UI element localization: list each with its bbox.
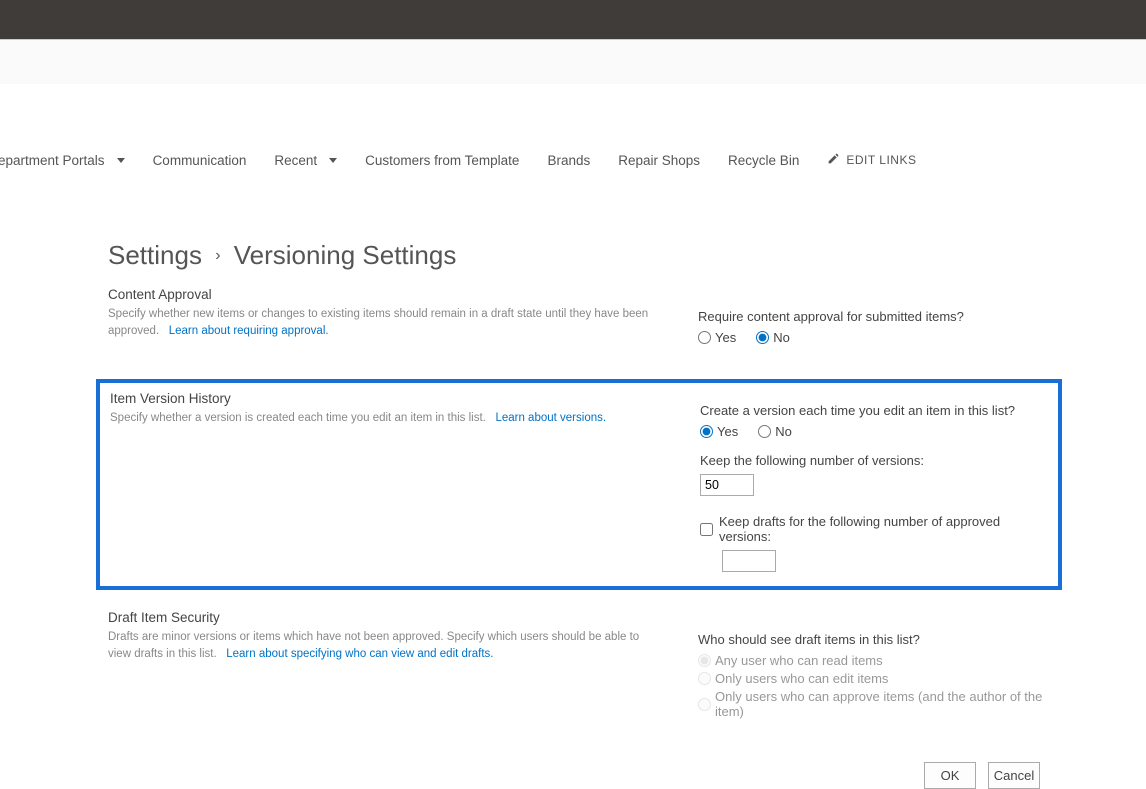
radio-input[interactable] [758,425,771,438]
content-approval-question: Require content approval for submitted i… [698,309,1050,324]
radio-input[interactable] [756,331,769,344]
section-description: Specify whether a version is created eac… [110,410,660,427]
keep-drafts-input[interactable] [722,550,776,572]
section-description: Specify whether new items or changes to … [108,306,658,341]
radio-input[interactable] [698,698,711,711]
nav-label: Communication [153,153,247,168]
nav-repair-shops[interactable]: Repair Shops [618,153,700,168]
nav-department-portals[interactable]: epartment Portals [0,153,125,168]
nav-label: Brands [547,153,590,168]
radio-content-approval-yes[interactable]: Yes [698,330,736,345]
draft-security-radios: Any user who can read items Only users w… [698,653,1050,719]
radio-version-yes[interactable]: Yes [700,424,738,439]
radio-draft-approvers[interactable]: Only users who can approve items (and th… [698,689,1050,719]
draft-security-question: Who should see draft items in this list? [698,632,1050,647]
sub-bar [0,40,1146,84]
ok-button[interactable]: OK [924,762,976,789]
top-app-bar [0,0,1146,40]
nav-label: Customers from Template [365,153,519,168]
learn-about-drafts-link[interactable]: Learn about specifying who can view and … [226,648,493,660]
breadcrumb: Settings › Versioning Settings [108,240,1050,271]
form-buttons: OK Cancel [108,762,1050,789]
radio-input[interactable] [700,425,713,438]
nav-recent[interactable]: Recent [274,153,337,168]
section-description: Drafts are minor versions or items which… [108,629,658,664]
nav-label: epartment Portals [0,153,105,168]
breadcrumb-current: Versioning Settings [234,240,457,270]
section-version-history: Item Version History Specify whether a v… [110,391,1048,572]
nav-label: Recycle Bin [728,153,799,168]
top-navigation: epartment Portals Communication Recent C… [0,142,1146,178]
section-title: Draft Item Security [108,610,658,625]
section-content-approval: Content Approval Specify whether new ite… [108,277,1050,369]
version-history-question: Create a version each time you edit an i… [700,403,1048,418]
chevron-down-icon [117,158,125,163]
section-title: Item Version History [110,391,660,406]
version-history-radios: Yes No [700,424,1048,439]
nav-edit-links[interactable]: EDIT LINKS [827,152,916,168]
section-draft-security: Draft Item Security Drafts are minor ver… [108,600,1050,732]
radio-input[interactable] [698,654,711,667]
page-content: Settings › Versioning Settings Content A… [0,240,1050,789]
radio-input[interactable] [698,672,711,685]
keep-versions-label: Keep the following number of versions: [700,453,1048,468]
keep-versions-input[interactable] [700,474,754,496]
nav-label: Recent [274,153,317,168]
radio-draft-editors[interactable]: Only users who can edit items [698,671,1050,686]
nav-label: Repair Shops [618,153,700,168]
learn-about-versions-link[interactable]: Learn about versions. [495,412,606,424]
nav-brands[interactable]: Brands [547,153,590,168]
radio-content-approval-no[interactable]: No [756,330,790,345]
radio-draft-any-reader[interactable]: Any user who can read items [698,653,1050,668]
keep-drafts-checkbox[interactable] [700,523,713,536]
radio-input[interactable] [698,331,711,344]
highlight-version-history: Item Version History Specify whether a v… [96,379,1062,590]
learn-about-approval-link[interactable]: Learn about requiring approval. [169,325,329,337]
keep-drafts-label: Keep drafts for the following number of … [719,514,1048,544]
content-approval-radios: Yes No [698,330,1050,345]
keep-drafts-checkbox-row: Keep drafts for the following number of … [700,514,1048,544]
nav-customers-from-template[interactable]: Customers from Template [365,153,519,168]
nav-recycle-bin[interactable]: Recycle Bin [728,153,799,168]
breadcrumb-separator: › [215,247,220,265]
edit-links-label: EDIT LINKS [846,153,916,167]
cancel-button[interactable]: Cancel [988,762,1040,789]
pencil-icon [827,152,840,168]
chevron-down-icon [329,158,337,163]
radio-version-no[interactable]: No [758,424,792,439]
section-title: Content Approval [108,287,658,302]
breadcrumb-root[interactable]: Settings [108,240,202,270]
nav-communication[interactable]: Communication [153,153,247,168]
